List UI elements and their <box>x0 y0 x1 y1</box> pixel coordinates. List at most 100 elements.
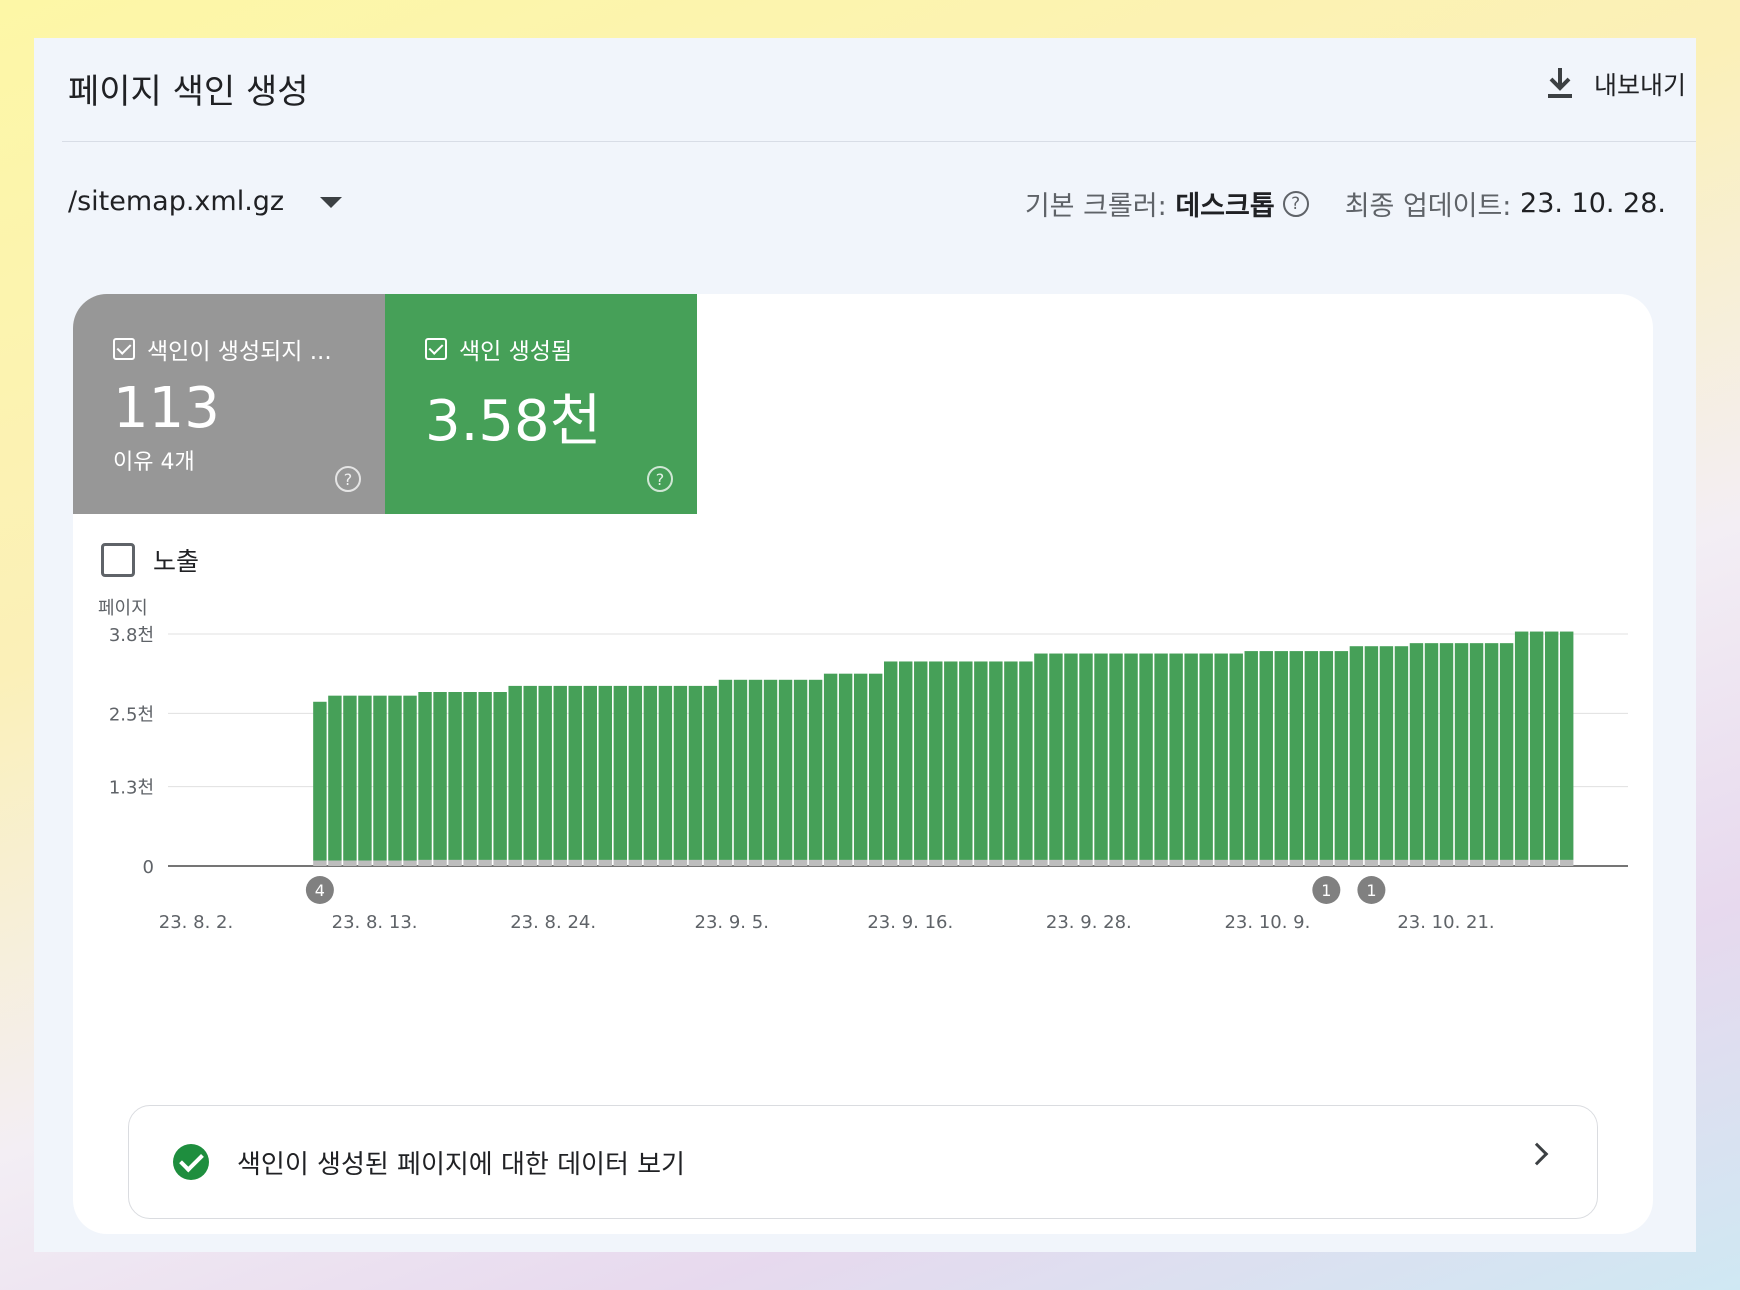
bar-indexed <box>613 685 628 860</box>
bar-indexed <box>1184 653 1198 860</box>
bar-not-indexed <box>733 859 748 866</box>
bar-not-indexed <box>568 859 582 866</box>
bar-not-indexed <box>959 859 973 866</box>
bar-indexed <box>914 661 928 860</box>
bar-not-indexed <box>583 859 597 866</box>
bar-indexed <box>553 685 567 860</box>
download-icon <box>1547 68 1572 98</box>
bar-not-indexed <box>1529 859 1544 866</box>
bar-not-indexed <box>598 859 613 866</box>
bar-not-indexed <box>1169 859 1183 866</box>
bar-indexed <box>1469 643 1484 860</box>
bar-not-indexed <box>1319 859 1334 866</box>
x-tick-label: 23. 10. 21. <box>1397 912 1494 933</box>
bar-not-indexed <box>868 859 883 866</box>
export-label: 내보내기 <box>1593 71 1686 100</box>
bar-not-indexed <box>1079 859 1093 866</box>
bar-not-indexed <box>1394 859 1409 866</box>
updated-value: 23. 10. 28. <box>1520 188 1666 219</box>
bar-not-indexed <box>328 860 342 866</box>
bar-indexed <box>1454 643 1469 860</box>
bar-indexed <box>944 661 958 860</box>
bar-not-indexed <box>1244 859 1258 866</box>
bar-not-indexed <box>823 859 838 866</box>
bar-not-indexed <box>1439 859 1454 866</box>
bar-not-indexed <box>1274 859 1288 866</box>
view-indexed-data-link[interactable]: 색인이 생성된 페이지에 대한 데이터 보기 <box>128 1105 1598 1219</box>
bar-indexed <box>974 661 988 860</box>
bar-indexed <box>658 685 673 860</box>
bar-not-indexed <box>914 859 928 866</box>
bar-not-indexed <box>1424 859 1439 866</box>
bar-not-indexed <box>1379 859 1394 866</box>
header: 페이지 색인 생성 내보내기 <box>62 38 1696 142</box>
bar-not-indexed <box>1214 859 1228 866</box>
bar-indexed <box>1229 653 1243 860</box>
export-button[interactable]: 내보내기 <box>1544 66 1686 102</box>
annotation-label: 1 <box>1321 881 1331 900</box>
bar-not-indexed <box>944 859 958 866</box>
bar-not-indexed <box>1364 859 1379 866</box>
bar-indexed <box>959 661 973 860</box>
x-tick-label: 23. 9. 16. <box>867 912 953 933</box>
bar-indexed <box>703 685 718 860</box>
bar-not-indexed <box>1094 859 1108 866</box>
bar-not-indexed <box>1184 859 1198 866</box>
sitemap-dropdown[interactable]: /sitemap.xml.gz <box>68 186 343 217</box>
bar-not-indexed <box>1229 859 1243 866</box>
bar-indexed <box>343 695 357 861</box>
bar-not-indexed <box>643 859 658 866</box>
bar-indexed <box>313 701 327 861</box>
bar-not-indexed <box>808 859 823 866</box>
bar-indexed <box>838 673 853 860</box>
bar-not-indexed <box>1064 859 1078 866</box>
bar-indexed <box>1304 651 1319 860</box>
bar-indexed <box>523 685 537 860</box>
y-tick-label: 3.8천 <box>109 625 154 646</box>
annotation-label: 1 <box>1366 881 1376 900</box>
bar-indexed <box>748 679 763 860</box>
bar-indexed <box>1064 653 1078 860</box>
bar-not-indexed <box>1304 859 1319 866</box>
bar-not-indexed <box>373 860 387 866</box>
bar-not-indexed <box>418 859 432 866</box>
bar-indexed <box>1514 631 1529 860</box>
bar-indexed <box>808 679 823 860</box>
bar-not-indexed <box>1349 859 1364 866</box>
bar-indexed <box>868 673 883 860</box>
y-tick-label: 2.5천 <box>109 704 154 725</box>
annotation-label: 4 <box>315 881 325 900</box>
bar-not-indexed <box>1124 859 1138 866</box>
bar-not-indexed <box>763 859 778 866</box>
bar-not-indexed <box>884 859 898 866</box>
bar-not-indexed <box>778 859 793 866</box>
bar-indexed <box>673 685 688 860</box>
page-indexing-panel: 페이지 색인 생성 내보내기 /sitemap.xml.gz 기본 크롤러: 데… <box>34 38 1696 1252</box>
bar-not-indexed <box>433 859 447 866</box>
bar-indexed <box>403 695 417 861</box>
bar-indexed <box>538 685 552 860</box>
bar-not-indexed <box>1154 859 1168 866</box>
x-tick-label: 23. 9. 5. <box>695 912 769 933</box>
bar-indexed <box>853 673 868 860</box>
bar-indexed <box>598 685 613 860</box>
bar-indexed <box>1439 643 1454 860</box>
bar-indexed <box>1289 651 1304 860</box>
bar-not-indexed <box>1004 859 1018 866</box>
bar-indexed <box>1199 653 1213 860</box>
bar-not-indexed <box>673 859 688 866</box>
y-axis-label: 페이지 <box>98 598 148 619</box>
bar-not-indexed <box>358 860 372 866</box>
bar-indexed <box>793 679 808 860</box>
bar-not-indexed <box>1019 859 1033 866</box>
help-icon[interactable]: ? <box>1282 190 1309 217</box>
bar-indexed <box>448 692 462 860</box>
bar-not-indexed <box>313 860 327 866</box>
bar-indexed <box>478 692 492 860</box>
bar-not-indexed <box>1139 859 1153 866</box>
y-tick-label: 1.3천 <box>109 778 154 799</box>
bar-indexed <box>1244 651 1258 860</box>
bar-indexed <box>358 695 372 861</box>
bar-not-indexed <box>1334 859 1349 866</box>
bar-not-indexed <box>403 860 417 866</box>
